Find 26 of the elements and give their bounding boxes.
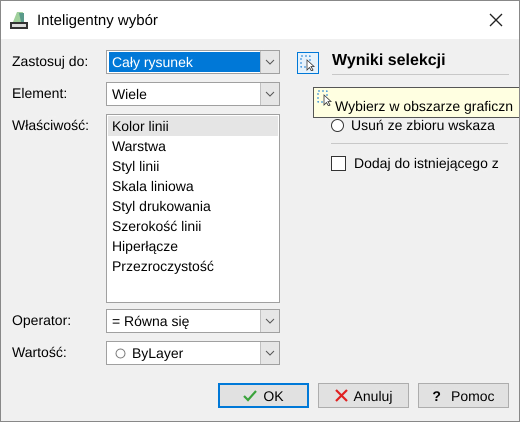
- field-label: Wartość:: [12, 343, 68, 360]
- field-label: Właściwość:: [12, 116, 90, 133]
- field-label: Zastosuj do:: [12, 52, 90, 69]
- dialog-button[interactable]: OK: [218, 383, 309, 408]
- dialog-button[interactable]: ? Pomoc: [418, 383, 509, 408]
- apply-to-dropdown[interactable]: Cały rysunek: [106, 50, 280, 74]
- window-title: Inteligentny wybór: [37, 12, 158, 28]
- element-dropdown[interactable]: Wiele: [106, 82, 280, 106]
- help-glyph: ?: [432, 388, 441, 404]
- tooltip-text: Wybierz w obszarze graficzn: [335, 98, 514, 114]
- radio-label: Usuń ze zbioru wskaza: [351, 117, 495, 133]
- field-label: Element:: [12, 84, 68, 101]
- checkbox-label: Dodaj do istniejącego z: [354, 155, 499, 171]
- dialog-button[interactable]: Anuluj: [318, 383, 409, 408]
- property-item[interactable]: Styl drukowania: [108, 196, 278, 216]
- property-item[interactable]: Szerokość linii: [108, 216, 278, 236]
- property-item[interactable]: Przezroczystość: [108, 256, 278, 276]
- operator-dropdown[interactable]: = Równa się: [106, 309, 280, 333]
- property-item[interactable]: Warstwa: [108, 136, 278, 156]
- value-dropdown[interactable]: ByLayer: [106, 341, 280, 365]
- field-label: Operator:: [12, 311, 72, 328]
- property-item[interactable]: Hiperłącze: [108, 236, 278, 256]
- property-item[interactable]: Styl linii: [108, 156, 278, 176]
- section-title: Wyniki selekcji: [332, 50, 509, 75]
- property-item[interactable]: Skala liniowa: [108, 176, 278, 196]
- property-item[interactable]: Kolor linii: [108, 116, 278, 136]
